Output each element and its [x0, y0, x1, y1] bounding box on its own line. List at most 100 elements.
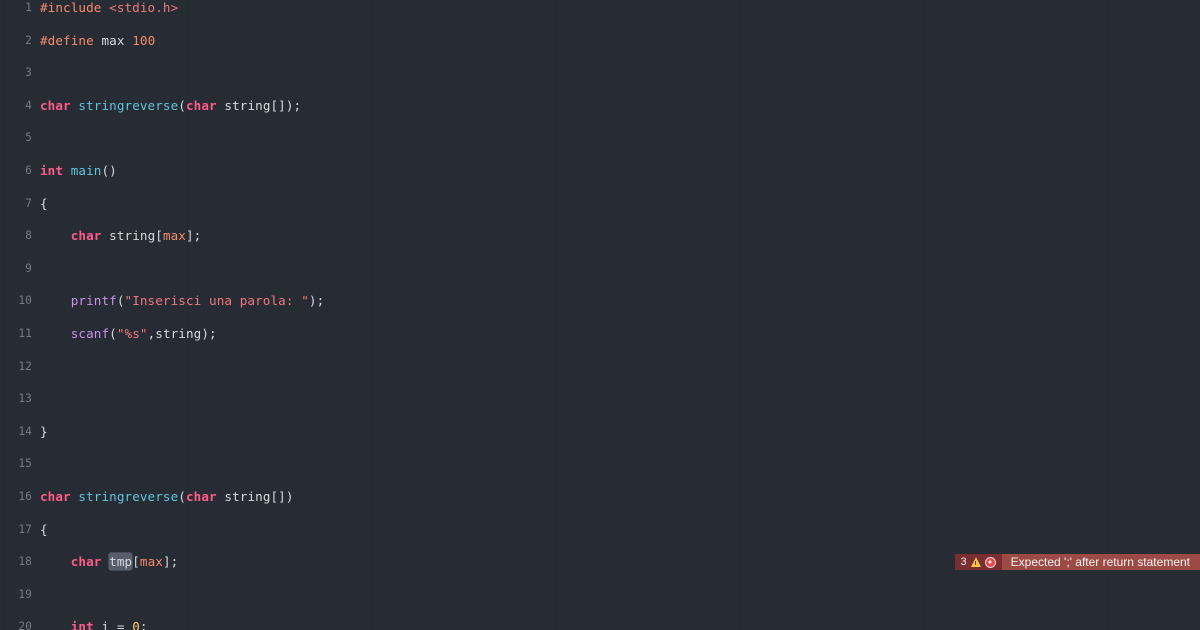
diagnostic-message: Expected ';' after return statement — [1001, 554, 1200, 571]
line-number: 13 — [18, 392, 32, 406]
code-text[interactable]: char string[max]; — [40, 228, 1200, 244]
code-text[interactable]: scanf("%s",string); — [40, 326, 1200, 342]
code-token: ]; — [185, 228, 202, 244]
code-line[interactable]: 15 — [0, 456, 1200, 472]
code-text[interactable]: { — [40, 522, 1200, 538]
editor-lines-container: 1 #include <stdio.h> 2 #define max 100 3 4 cha… — [0, 0, 1200, 630]
code-token: string[]) — [224, 488, 294, 504]
code-text[interactable]: #define max 100 — [40, 33, 1200, 49]
code-token: "%s" — [116, 325, 148, 341]
line-number: 12 — [18, 359, 32, 373]
diagnostic-counts[interactable]: 3 — [954, 554, 1002, 571]
code-editor[interactable]: 1 #include <stdio.h> 2 #define max 100 3 4 cha… — [0, 0, 1200, 630]
code-text[interactable]: int main() — [40, 163, 1200, 179]
code-token: string[]); — [224, 97, 302, 113]
line-number: 15 — [18, 457, 32, 471]
code-token: printf — [70, 293, 117, 309]
code-line[interactable]: 10 printf("Inserisci una parola: "); — [0, 293, 1200, 309]
code-token: ; — [139, 619, 148, 630]
code-token: ); — [308, 293, 325, 309]
code-line[interactable]: 1 #include <stdio.h> — [0, 0, 1200, 16]
code-token: [ — [132, 554, 140, 570]
code-token: ]; — [162, 554, 179, 570]
code-text[interactable]: char stringreverse(char string[]); — [40, 98, 1200, 114]
code-token: int — [70, 619, 102, 630]
code-token: i = — [101, 619, 133, 630]
code-token: stringreverse — [78, 488, 179, 504]
code-text[interactable]: } — [40, 424, 1200, 440]
line-number: 20 — [18, 620, 32, 630]
error-circle-icon — [984, 556, 996, 568]
line-number: 5 — [25, 131, 32, 145]
code-token: } — [40, 423, 48, 439]
code-token: char — [40, 488, 79, 504]
line-number: 18 — [18, 555, 32, 569]
code-token: "Inserisci una parola: " — [124, 293, 309, 309]
code-token: ( — [178, 488, 186, 504]
code-line[interactable]: 11 scanf("%s",string); — [0, 326, 1200, 342]
diagnostic-banner[interactable]: 3 Expected ';' after return statement — [954, 554, 1200, 571]
code-line[interactable]: 7{ — [0, 196, 1200, 212]
code-line[interactable]: 12 — [0, 359, 1200, 375]
code-token: main — [70, 162, 102, 178]
code-token: () — [101, 162, 117, 178]
code-line[interactable]: 13 — [0, 391, 1200, 407]
code-line[interactable]: 17 { — [0, 522, 1200, 538]
line-number: 16 — [18, 489, 32, 503]
code-token: ,string); — [147, 325, 217, 341]
code-token: stringreverse — [78, 97, 179, 113]
code-token: max — [101, 32, 133, 48]
line-number: 2 — [25, 33, 32, 47]
code-token: 0 — [132, 619, 140, 630]
code-line[interactable]: 20 int i = 0; — [0, 619, 1200, 630]
code-token: ( — [109, 325, 117, 341]
code-token: char — [70, 554, 110, 570]
warning-triangle-icon — [970, 557, 981, 568]
line-number: 7 — [25, 196, 32, 210]
code-line[interactable]: 3 — [0, 65, 1200, 81]
code-token: max — [162, 228, 186, 244]
code-token: string[ — [109, 228, 163, 244]
line-number: 17 — [18, 522, 32, 536]
code-token: <stdio.h> — [109, 0, 179, 15]
diagnostic-count: 3 — [960, 556, 967, 569]
code-text[interactable]: { — [40, 196, 1200, 212]
code-text[interactable]: int i = 0; — [40, 619, 1200, 630]
code-line[interactable]: 6 int main() — [0, 163, 1200, 179]
code-token: char — [70, 228, 110, 244]
code-line[interactable]: 16 char stringreverse(char string[]) — [0, 489, 1200, 505]
code-token: #include — [40, 0, 110, 15]
line-number: 19 — [18, 587, 32, 601]
line-number: 1 — [25, 1, 32, 14]
code-token: 100 — [132, 32, 156, 48]
code-line[interactable]: 4 char stringreverse(char string[]); — [0, 98, 1200, 114]
line-number: 3 — [25, 66, 32, 80]
code-text[interactable]: #include <stdio.h> — [40, 0, 1200, 16]
line-number: 9 — [25, 261, 32, 275]
code-line[interactable]: 2 #define max 100 — [0, 33, 1200, 49]
line-number: 14 — [18, 424, 32, 438]
code-token: ( — [178, 97, 186, 113]
line-number: 10 — [18, 294, 32, 308]
code-line[interactable]: 9 — [0, 261, 1200, 277]
code-line[interactable]: 5 — [0, 130, 1200, 146]
code-text[interactable]: printf("Inserisci una parola: "); — [40, 293, 1200, 309]
occurrence-highlight-token: tmp — [109, 553, 133, 571]
line-number: 4 — [25, 98, 32, 112]
code-line[interactable]: 14} — [0, 424, 1200, 440]
code-line[interactable]: 19 — [0, 587, 1200, 603]
code-token: scanf — [70, 325, 110, 341]
line-number: 6 — [25, 163, 32, 177]
line-number: 8 — [25, 229, 32, 243]
code-line[interactable]: 8 char string[max]; — [0, 228, 1200, 244]
code-token: #define — [40, 32, 102, 48]
code-token: ( — [116, 293, 125, 309]
code-token: char — [40, 97, 79, 113]
code-token: max — [139, 554, 163, 570]
code-text[interactable]: char stringreverse(char string[]) — [40, 489, 1200, 505]
